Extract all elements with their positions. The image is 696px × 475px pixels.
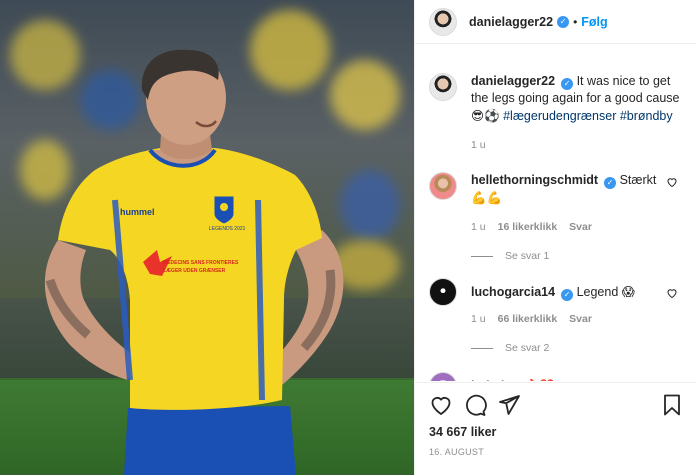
bookmark-icon[interactable] (660, 393, 684, 417)
replies-line (471, 347, 493, 349)
post-sidebar: danielagger22 ✓ • Følg danielagger22 ✓ It… (414, 0, 696, 475)
comment-item: hellethorningschmidt ✓ Stærkt 💪💪 1 u 16 l… (429, 172, 682, 236)
comment-username[interactable]: bubsi45 (471, 379, 518, 381)
comment-username[interactable]: hellethorningschmidt (471, 173, 598, 187)
comment-username[interactable]: luchogarcia14 (471, 285, 555, 299)
caption: danielagger22 ✓ It was nice to get the le… (429, 73, 682, 154)
share-send-icon[interactable] (497, 393, 521, 417)
comment-bubble-icon[interactable] (463, 393, 487, 417)
caption-avatar[interactable] (429, 73, 457, 101)
reply-button[interactable]: Svar (569, 311, 592, 328)
comment-avatar[interactable] (429, 172, 457, 200)
post-header: danielagger22 ✓ • Følg (415, 0, 696, 44)
view-replies-button[interactable]: Se svar 2 (471, 342, 682, 354)
reply-button[interactable]: Svar (569, 219, 592, 236)
caption-age[interactable]: 1 u (471, 137, 486, 154)
comment-avatar[interactable] (429, 278, 457, 306)
comment-avatar[interactable] (429, 372, 457, 381)
comment-emojis: 🔥❤️ (524, 378, 555, 381)
comment-item: luchogarcia14 ✓ Legend 😱 1 u 66 likerklik… (429, 278, 682, 328)
caption-hashtags[interactable]: #lægerudengrænser #brøndby (503, 109, 673, 123)
comment-likes[interactable]: 16 likerklikk (498, 219, 558, 236)
comment-meta: 1 u 66 likerklikk Svar (471, 311, 682, 328)
comments-list[interactable]: danielagger22 ✓ It was nice to get the le… (415, 55, 696, 381)
avatar[interactable] (429, 7, 457, 36)
post-actions: 34 667 liker 16. AUGUST (415, 382, 696, 457)
comment-item: bubsi45 🔥❤️ (429, 372, 682, 381)
comment-age[interactable]: 1 u (471, 311, 486, 328)
comment-text: Legend (576, 285, 619, 299)
verified-badge-icon: ✓ (561, 289, 574, 301)
like-heart-icon[interactable] (429, 393, 453, 417)
follow-button[interactable]: Følg (581, 15, 607, 29)
replies-line (471, 255, 493, 257)
caption-username[interactable]: danielagger22 (471, 74, 555, 88)
view-replies-label: Se svar 1 (505, 250, 550, 262)
post-photo[interactable]: hummel LEGENDS 2021 MEDECINS SANS FRONTI… (0, 0, 414, 475)
comment-emojis: 💪💪 (471, 190, 503, 205)
action-icons (429, 391, 684, 419)
caption-meta: 1 u (471, 137, 682, 154)
separator: • (573, 14, 578, 29)
view-replies-button[interactable]: Se svar 1 (471, 250, 682, 262)
comment-meta: 1 u 16 likerklikk Svar (471, 219, 682, 236)
verified-badge-icon: ✓ (561, 78, 574, 90)
like-comment-heart-icon[interactable] (666, 287, 678, 299)
verified-badge-icon: ✓ (557, 15, 570, 28)
like-count[interactable]: 34 667 liker (429, 425, 684, 439)
view-replies-label: Se svar 2 (505, 342, 550, 354)
post-date[interactable]: 16. AUGUST (429, 447, 684, 457)
player-figure (44, 49, 344, 475)
caption-emojis: 😎⚽ (471, 108, 500, 123)
comment-emojis: 😱 (621, 284, 635, 299)
verified-badge-icon: ✓ (604, 177, 617, 189)
comment-text: Stærkt (619, 173, 657, 187)
like-comment-heart-icon[interactable] (666, 176, 678, 188)
header-username[interactable]: danielagger22 (469, 15, 553, 29)
comment-age[interactable]: 1 u (471, 219, 486, 236)
comment-likes[interactable]: 66 likerklikk (498, 311, 558, 328)
